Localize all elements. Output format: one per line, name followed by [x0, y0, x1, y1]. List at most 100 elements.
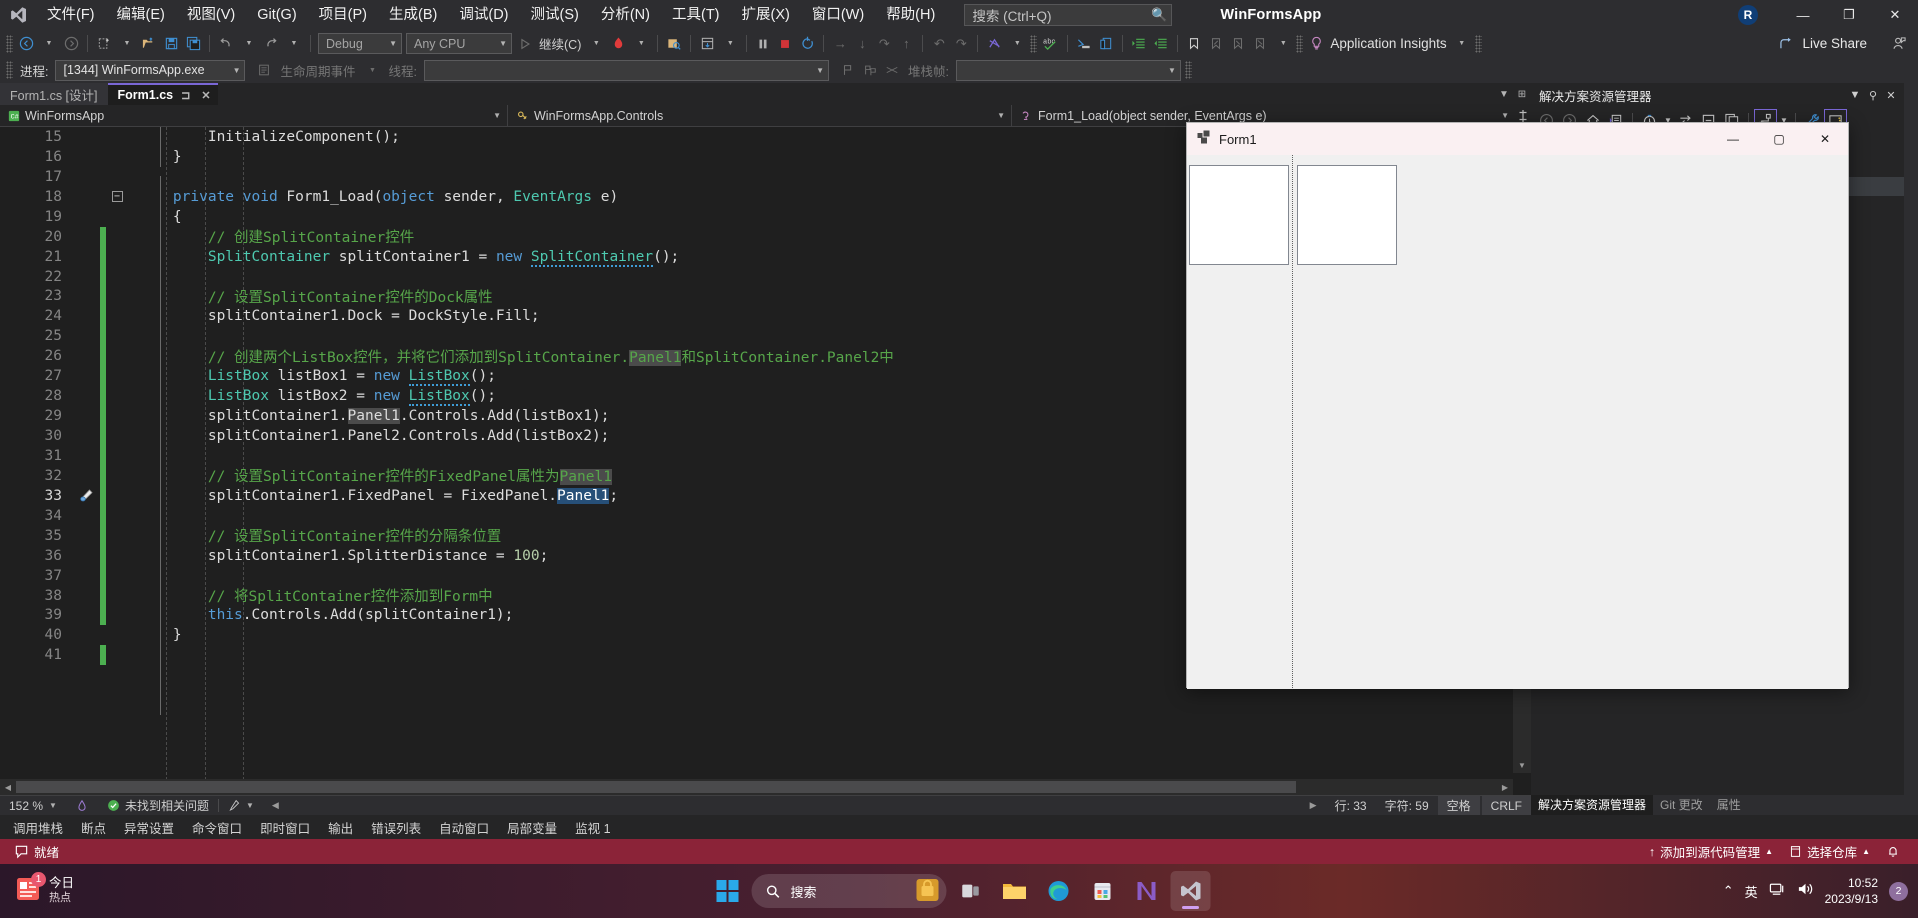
procbar-grip[interactable] [6, 61, 13, 79]
lifecycle-dropdown-icon[interactable]: ▼ [362, 59, 384, 81]
step-options-dropdown-icon[interactable]: ▼ [719, 33, 741, 55]
code-cleanup-icon[interactable]: ▼ [219, 796, 263, 816]
panel-tab-immediate-window[interactable]: 即时窗口 [251, 815, 319, 839]
application-insights-dropdown-icon[interactable]: ▼ [1451, 33, 1473, 55]
tab-split-icon[interactable]: ⊞ [1513, 89, 1531, 100]
task-view-button[interactable] [951, 871, 991, 911]
menu-tools[interactable]: 工具(T) [661, 0, 731, 30]
panel-tab-exception-settings[interactable]: 异常设置 [115, 815, 183, 839]
navigate-forward-icon[interactable] [60, 33, 82, 55]
collapse-region-icon[interactable]: − [106, 191, 128, 203]
taskbar-news-widget[interactable]: 1 今日 热点 [0, 871, 74, 908]
microsoft-store-button[interactable] [1083, 871, 1123, 911]
diagnostics-icon[interactable] [983, 33, 1005, 55]
previous-bookmark-icon[interactable] [1205, 33, 1227, 55]
panel-tab-output[interactable]: 输出 [319, 815, 362, 839]
menu-window[interactable]: 窗口(W) [801, 0, 875, 30]
editor-horizontal-scrollbar[interactable]: ◀ ▶ [0, 779, 1513, 795]
step-options-icon[interactable] [696, 33, 718, 55]
network-icon[interactable] [1769, 881, 1786, 902]
undo-2-icon[interactable]: ↶ [928, 33, 950, 55]
hot-reload-icon[interactable] [607, 33, 629, 55]
toolbar-grip-4[interactable] [1474, 34, 1482, 53]
save-file-icon[interactable] [160, 33, 182, 55]
volume-icon[interactable] [1797, 881, 1814, 902]
line-ending-mode[interactable]: CRLF [1481, 795, 1531, 816]
tab-list-chevron-icon[interactable]: ▼ [1495, 89, 1513, 100]
visual-studio-taskbar-button[interactable] [1170, 871, 1211, 911]
panel-tab-breakpoints[interactable]: 断点 [72, 815, 115, 839]
menu-analyze[interactable]: 分析(N) [590, 0, 661, 30]
form1-runtime-window[interactable]: Form1 — ▢ ✕ [1186, 122, 1849, 689]
global-search-box[interactable]: 搜索 (Ctrl+Q) 🔍 [964, 4, 1173, 26]
scroll-right-arrow-icon[interactable]: ▶ [1497, 779, 1513, 795]
panel-tab-command-window[interactable]: 命令窗口 [183, 815, 251, 839]
add-to-source-control[interactable]: ↑ 添加到源代码管理 ▲ [1641, 842, 1781, 861]
panel-menu-chevron-icon[interactable]: ▼ [1846, 89, 1864, 101]
menu-debug[interactable]: 调试(D) [448, 0, 519, 30]
live-share-label[interactable]: Live Share [1799, 36, 1870, 51]
step-out-icon[interactable]: ↑ [895, 33, 917, 55]
account-avatar[interactable]: R [1738, 5, 1758, 25]
show-next-statement-icon[interactable]: → [829, 33, 851, 55]
process-combo[interactable]: [1344] WinFormsApp.exe ▼ [55, 59, 246, 81]
toolbox-vertical-tab[interactable]: 工具箱 [1904, 83, 1918, 795]
procbar-grip-2[interactable] [1184, 61, 1192, 79]
tab-close-icon[interactable]: ✕ [198, 89, 213, 102]
form1-close-button[interactable]: ✕ [1802, 123, 1848, 155]
breadcrumb-class[interactable]: WinFormsApp.Controls ▼ [508, 104, 1012, 127]
undo-icon[interactable] [215, 33, 237, 55]
next-bookmark-icon[interactable] [1227, 33, 1249, 55]
indentation-mode[interactable]: 空格 [1437, 795, 1480, 816]
scroll-down-arrow-icon[interactable]: ▼ [1513, 757, 1531, 773]
diagnostics-dropdown-icon[interactable]: ▼ [1006, 33, 1028, 55]
status-collapse-icon[interactable]: ◀ [263, 796, 288, 816]
start-button[interactable] [708, 871, 748, 911]
footer-tab-properties[interactable]: 属性 [1710, 795, 1748, 815]
toolbar-grip-2[interactable] [1030, 34, 1038, 53]
menu-view[interactable]: 视图(V) [176, 0, 246, 30]
form1-minimize-button[interactable]: — [1710, 123, 1756, 155]
edge-browser-button[interactable] [1039, 871, 1079, 911]
ime-indicator[interactable]: 英 [1745, 882, 1758, 901]
form1-title-bar[interactable]: Form1 — ▢ ✕ [1187, 123, 1848, 155]
decrease-indent-icon[interactable] [1150, 33, 1172, 55]
feedback-person-icon[interactable] [1888, 33, 1910, 55]
window-restore-button[interactable]: ❐ [1826, 0, 1872, 30]
splitter-bar[interactable] [1291, 155, 1295, 689]
live-share-icon[interactable] [1776, 33, 1799, 55]
intellicode-icon[interactable] [66, 796, 98, 816]
listbox2[interactable] [1297, 165, 1397, 265]
panel-close-icon[interactable]: ✕ [1882, 89, 1900, 102]
select-repository[interactable]: 选择仓库 ▲ [1781, 842, 1878, 861]
bookmarks-overflow-icon[interactable]: ▼ [1272, 33, 1294, 55]
stackframe-combo[interactable]: ▼ [955, 59, 1181, 81]
step-into-icon[interactable]: ↓ [851, 33, 873, 55]
file-explorer-button[interactable] [995, 871, 1035, 911]
status-notifications-bell[interactable] [1878, 844, 1908, 859]
form1-maximize-button[interactable]: ▢ [1756, 123, 1802, 155]
scroll-left-arrow-icon[interactable]: ◀ [0, 779, 16, 795]
solution-configuration-combo[interactable]: Debug ▼ [318, 33, 402, 54]
menu-edit[interactable]: 编辑(E) [106, 0, 176, 30]
toggle-bookmark-icon[interactable] [1183, 33, 1205, 55]
zoom-level[interactable]: 152 % ▼ [0, 796, 66, 816]
tray-expand-chevron-icon[interactable]: ⌃ [1723, 883, 1734, 899]
application-insights-label[interactable]: Application Insights [1327, 36, 1449, 51]
onenote-button[interactable] [1127, 871, 1167, 911]
flag-group-icon[interactable] [859, 59, 881, 81]
stop-debugging-icon[interactable] [774, 33, 796, 55]
panel-tab-locals[interactable]: 局部变量 [498, 815, 566, 839]
solution-platform-combo[interactable]: Any CPU ▼ [406, 33, 512, 54]
undo-dropdown-icon[interactable]: ▼ [238, 33, 260, 55]
thread-combo[interactable]: ▼ [423, 59, 829, 81]
menu-project[interactable]: 项目(P) [308, 0, 378, 30]
lightbulb-icon[interactable] [1305, 33, 1327, 55]
window-close-button[interactable]: ✕ [1872, 0, 1918, 30]
editor-hscroll-thumb[interactable] [16, 781, 1296, 793]
new-project-dropdown-icon[interactable]: ▼ [116, 33, 138, 55]
lifecycle-events-icon[interactable] [253, 59, 275, 81]
issues-status[interactable]: 未找到相关问题 [98, 796, 218, 816]
footer-tab-solution-explorer[interactable]: 解决方案资源管理器 [1531, 795, 1654, 815]
comment-selection-icon[interactable] [1073, 33, 1095, 55]
